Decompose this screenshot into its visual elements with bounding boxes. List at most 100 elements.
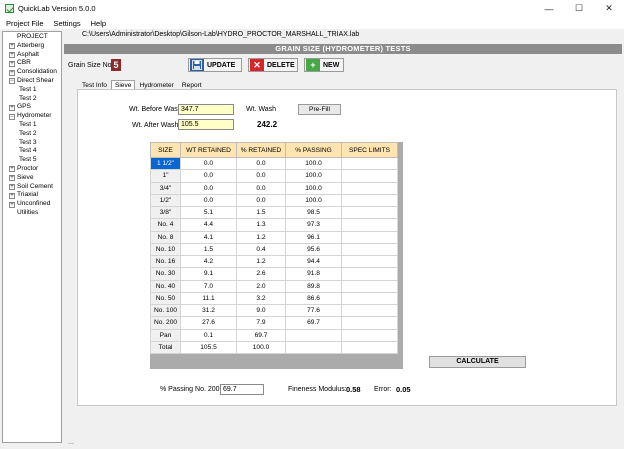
passing-200-input[interactable]: 69.7 [220,384,264,395]
update-button[interactable]: UPDATE [188,58,242,72]
menu-help[interactable]: Help [91,19,106,28]
table-cell[interactable]: 0.0 [236,181,286,195]
table-cell[interactable]: 1.3 [236,218,286,232]
tree-item[interactable]: Test 1 [3,121,61,130]
table-cell[interactable]: 77.6 [285,303,342,318]
tree-expand-icon[interactable]: + [9,166,15,173]
table-cell[interactable]: 95.6 [285,242,342,257]
table-cell[interactable]: 0.0 [180,156,237,171]
table-cell[interactable]: 0.0 [236,193,286,208]
tree-expand-icon[interactable]: + [9,183,15,190]
tree-expand-icon[interactable]: + [9,192,15,199]
table-cell[interactable] [341,169,398,183]
tree-expand-icon[interactable]: + [9,43,15,50]
tree-item[interactable]: + Sieve [3,174,61,183]
table-cell[interactable] [341,254,398,269]
table-cell[interactable] [285,340,342,355]
menu-settings[interactable]: Settings [54,19,81,28]
size-cell[interactable]: 1/2" [150,193,181,208]
table-cell[interactable]: 100.0 [285,193,342,208]
table-cell[interactable] [341,267,398,281]
tree-item[interactable]: + CBR [3,59,61,68]
table-row[interactable]: 3/4" 0.0 0.0 100.0 [150,181,398,195]
tree-item[interactable]: + Consolidation [3,68,61,77]
tree-item[interactable]: + Atterberg [3,42,61,51]
calculate-button[interactable]: CALCULATE [429,356,526,368]
tree-item[interactable]: + Proctor [3,165,61,174]
table-cell[interactable]: 3.2 [236,291,286,306]
table-cell[interactable]: 100.0 [285,181,342,195]
table-cell[interactable]: 0.0 [180,169,237,183]
table-row[interactable]: No. 16 4.2 1.2 94.4 [150,254,398,269]
table-cell[interactable]: 94.4 [285,254,342,269]
table-cell[interactable] [341,279,398,293]
tree-item[interactable]: + Unconfined [3,200,61,209]
table-cell[interactable]: 86.6 [285,291,342,306]
size-cell[interactable]: No. 40 [150,279,181,293]
tree-collapse-icon[interactable]: − [9,78,15,85]
table-cell[interactable] [341,291,398,306]
prefill-button[interactable]: Pre-Fill [298,104,341,115]
table-cell[interactable]: 11.1 [180,291,237,306]
table-cell[interactable]: 1.5 [236,205,286,220]
table-cell[interactable] [341,328,398,342]
table-row[interactable]: No. 40 7.0 2.0 89.8 [150,279,398,293]
tree-item[interactable]: Utilities [3,209,61,218]
size-cell[interactable]: No. 4 [150,218,181,232]
table-cell[interactable]: 91.8 [285,267,342,281]
table-cell[interactable]: 4.1 [180,230,237,244]
size-cell[interactable]: No. 30 [150,267,181,281]
col-header-pct-retained[interactable]: % RETAINED [236,142,286,158]
size-cell[interactable]: Pan [150,328,181,342]
col-header-wt-retained[interactable]: WT RETAINED [180,142,237,158]
table-cell[interactable]: 7.9 [236,316,286,330]
table-cell[interactable]: 9.1 [180,267,237,281]
table-cell[interactable] [341,193,398,208]
tree-item[interactable]: Test 4 [3,147,61,156]
table-row[interactable]: No. 4 4.4 1.3 97.3 [150,218,398,232]
table-cell[interactable] [341,303,398,318]
size-cell[interactable]: 3/8" [150,205,181,220]
minimize-icon[interactable]: — [534,0,564,17]
table-cell[interactable]: 0.0 [236,156,286,171]
close-icon[interactable]: ✕ [594,0,624,17]
table-row[interactable]: 1" 0.0 0.0 100.0 [150,169,398,183]
size-cell[interactable]: 3/4" [150,181,181,195]
table-cell[interactable]: 96.1 [285,230,342,244]
table-cell[interactable]: 9.0 [236,303,286,318]
table-cell[interactable]: 2.6 [236,267,286,281]
table-cell[interactable] [341,156,398,171]
new-button[interactable]: + NEW [304,58,344,72]
tab-sieve[interactable]: Sieve [110,80,136,89]
col-header-size[interactable]: SIZE [150,142,181,158]
tree-collapse-icon[interactable]: − [9,113,15,120]
tree-expand-icon[interactable]: + [9,201,15,208]
table-cell[interactable] [341,205,398,220]
tab-hydrometer[interactable]: Hydrometer [135,80,177,89]
table-cell[interactable]: 89.8 [285,279,342,293]
tree-expand-icon[interactable]: + [9,60,15,67]
table-row[interactable]: 1/2" 0.0 0.0 100.0 [150,193,398,208]
col-header-spec-limits[interactable]: SPEC LIMITS [341,142,398,158]
table-cell[interactable]: 100.0 [236,340,286,355]
size-cell[interactable]: No. 50 [150,291,181,306]
table-cell[interactable]: 69.7 [285,316,342,330]
table-cell[interactable]: 5.1 [180,205,237,220]
table-cell[interactable]: 0.0 [236,169,286,183]
table-cell[interactable]: 1.5 [180,242,237,257]
table-cell[interactable] [341,181,398,195]
tree-expand-icon[interactable]: + [9,51,15,58]
tab-report[interactable]: Report [178,80,206,89]
size-cell[interactable]: Total [150,340,181,355]
wt-after-wash-input[interactable]: 105.5 [178,119,234,130]
table-cell[interactable]: 0.1 [180,328,237,342]
table-row[interactable]: 1 1/2" 0.0 0.0 100.0 [150,156,398,171]
size-cell[interactable]: No. 100 [150,303,181,318]
tree-item[interactable]: Test 3 [3,139,61,148]
tree-item[interactable]: PROJECT [3,33,61,42]
table-row[interactable]: No. 10 1.5 0.4 95.6 [150,242,398,257]
table-cell[interactable]: 98.5 [285,205,342,220]
size-cell[interactable]: No. 8 [150,230,181,244]
table-cell[interactable]: 0.4 [236,242,286,257]
table-cell[interactable]: 27.6 [180,316,237,330]
